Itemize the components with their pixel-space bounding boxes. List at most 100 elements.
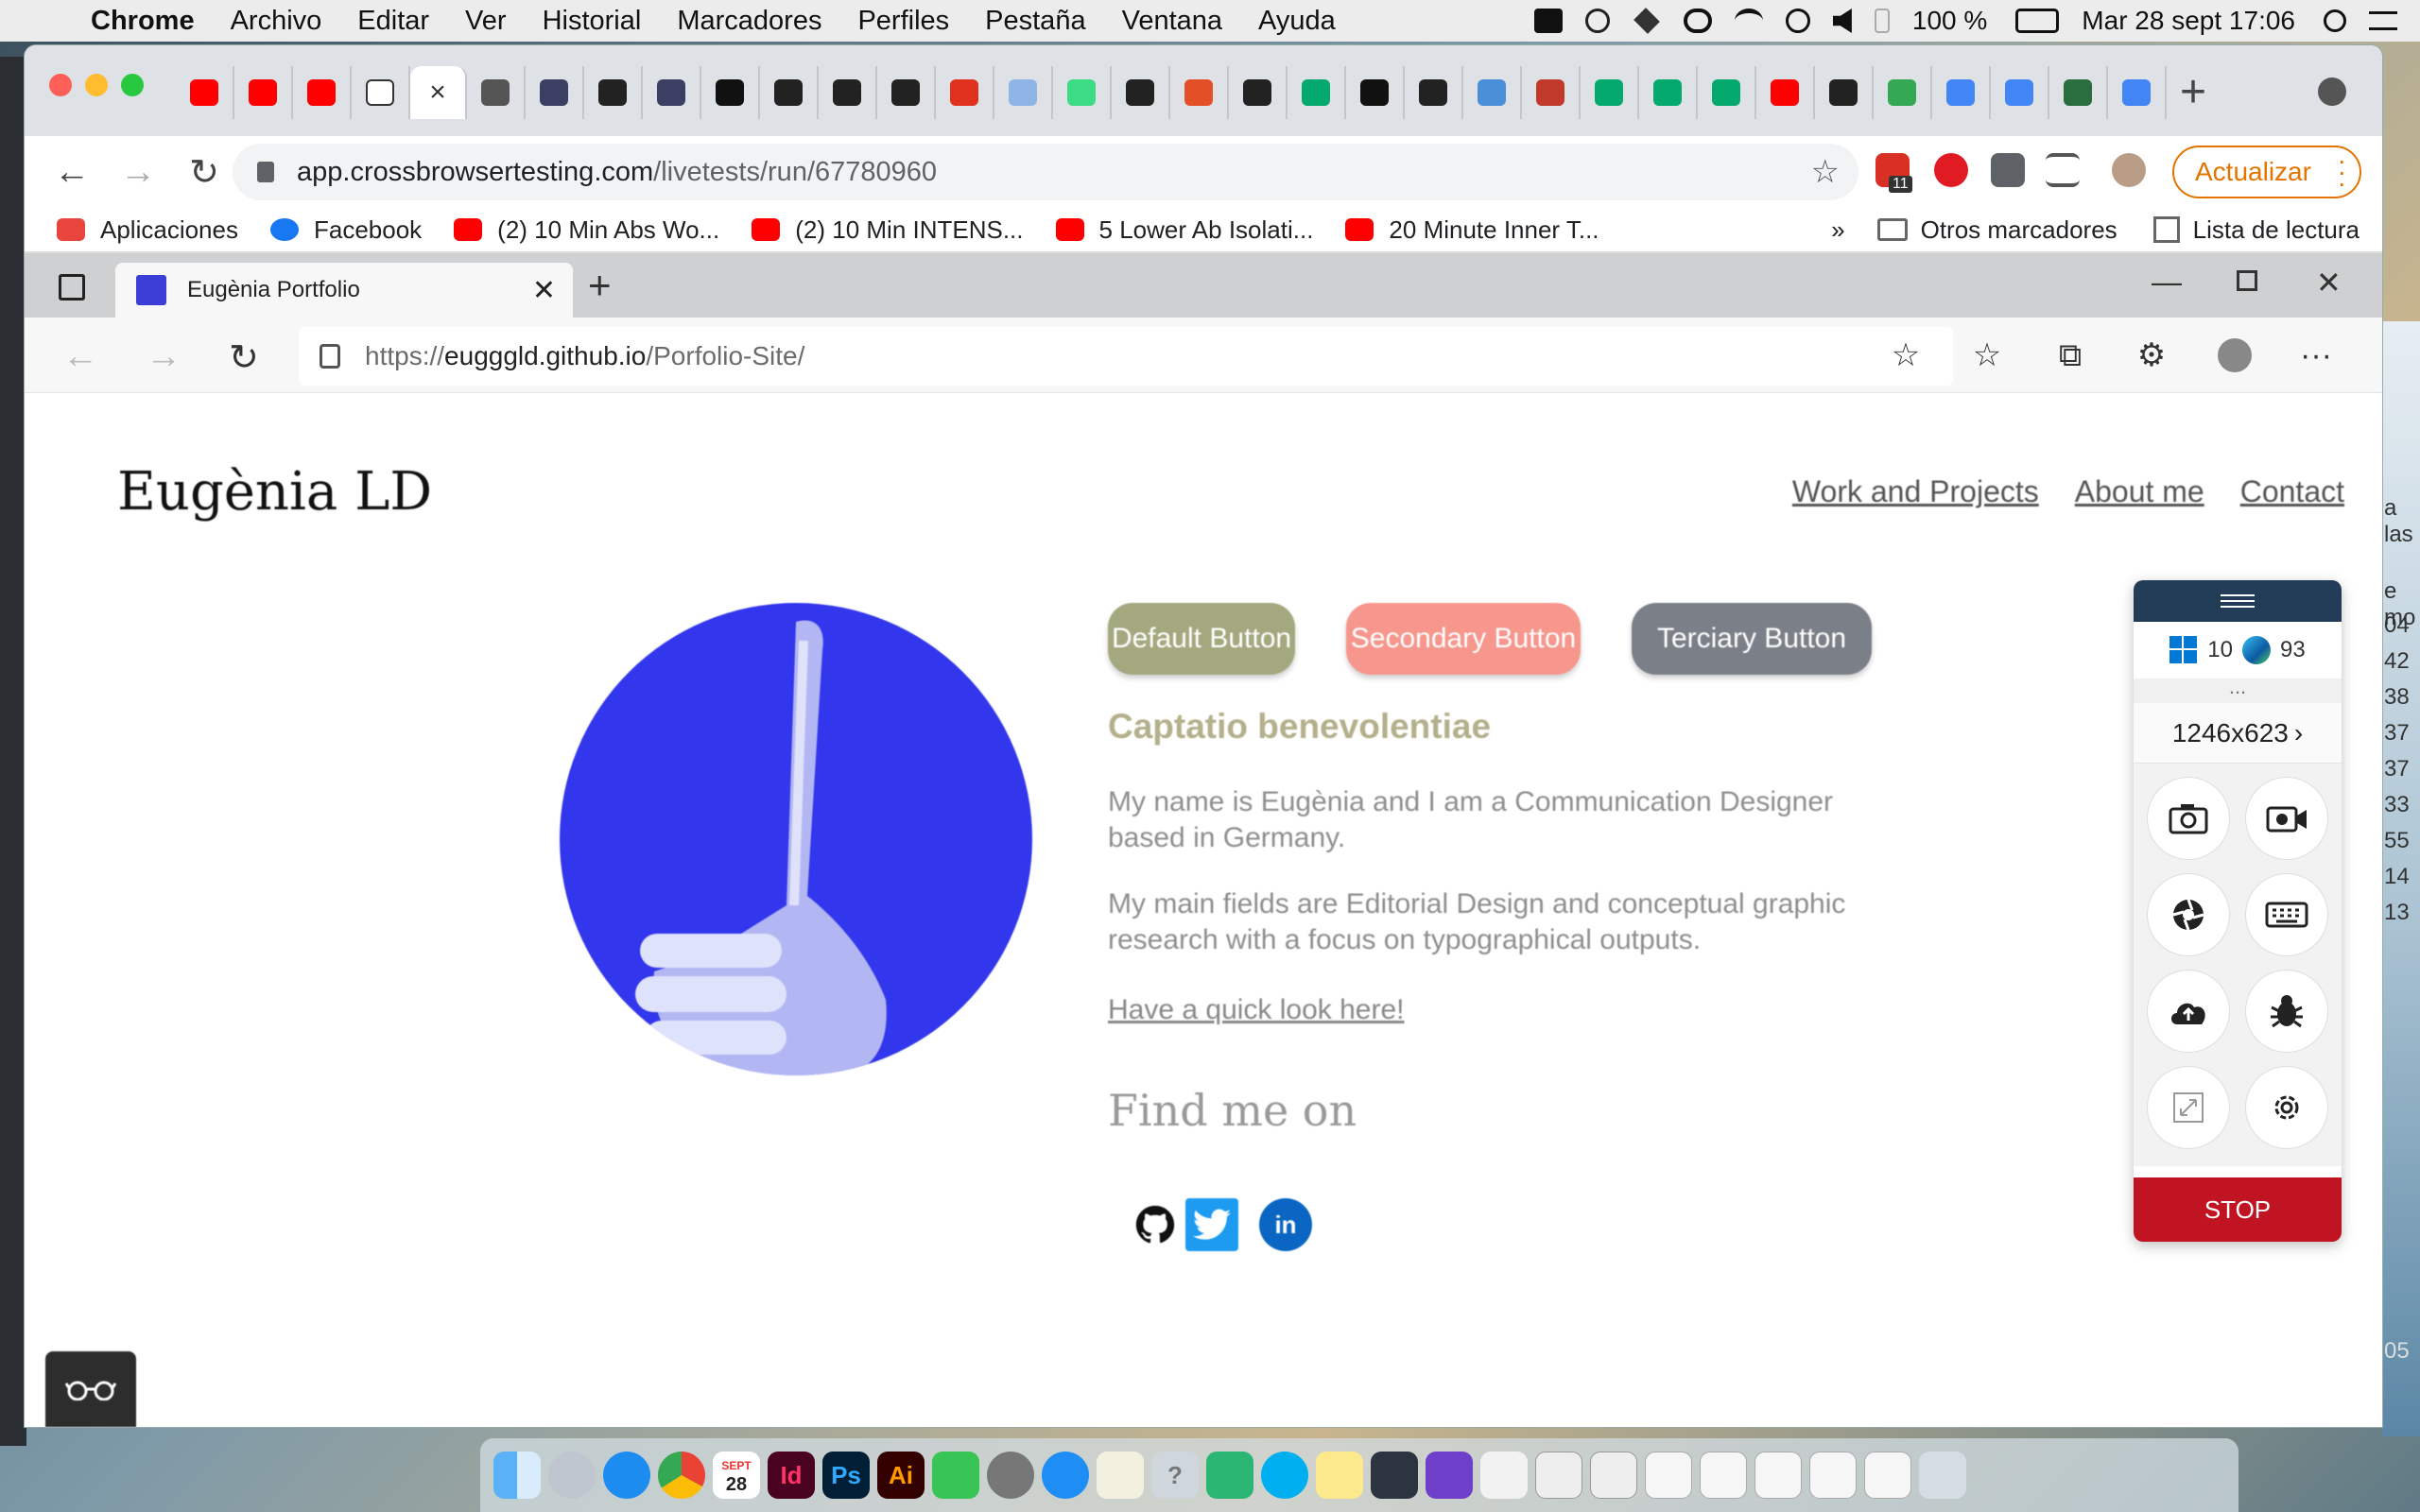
launchpad-icon[interactable]	[548, 1452, 596, 1499]
stop-session-button[interactable]: STOP	[2134, 1177, 2342, 1242]
status-app-icon[interactable]	[1533, 9, 1563, 33]
window-minimize-button[interactable]	[85, 74, 108, 96]
address-bar[interactable]: app.crossbrowsertesting.com/livetests/ru…	[233, 144, 1858, 200]
time-machine-icon[interactable]	[1785, 9, 1810, 33]
edge-back-button[interactable]: ←	[62, 336, 98, 377]
browser-tab[interactable]	[877, 66, 936, 119]
window-thumbnail-icon[interactable]	[1809, 1452, 1857, 1499]
back-button[interactable]: ←	[53, 152, 91, 193]
skype-icon[interactable]	[1261, 1452, 1308, 1499]
quick-look-link[interactable]: Have a quick look here!	[1108, 994, 1405, 1026]
bluetooth-icon[interactable]	[1874, 9, 1890, 33]
menu-item[interactable]: Ver	[465, 6, 507, 37]
aperture-icon[interactable]	[2147, 873, 2230, 956]
browser-tab[interactable]	[584, 66, 643, 119]
close-tab-icon[interactable]: ✕	[532, 274, 556, 307]
browser-tab[interactable]	[819, 66, 877, 119]
menu-item[interactable]: Editar	[357, 6, 429, 37]
resize-icon[interactable]	[2147, 1066, 2230, 1149]
update-chrome-button[interactable]: Actualizar · · ·	[2172, 146, 2361, 198]
browser-tab[interactable]	[701, 66, 760, 119]
browser-tab[interactable]	[352, 66, 410, 119]
more-menu-icon[interactable]: · · ·	[2338, 147, 2346, 197]
browser-tab[interactable]	[1874, 66, 1932, 119]
window-thumbnail-icon[interactable]	[1864, 1452, 1911, 1499]
browser-tab[interactable]	[1463, 66, 1522, 119]
github-icon[interactable]	[1129, 1198, 1182, 1251]
browser-tab[interactable]	[1405, 66, 1463, 119]
browser-tab[interactable]	[1053, 66, 1112, 119]
github-desktop-icon[interactable]	[1426, 1452, 1473, 1499]
other-bookmarks-button[interactable]: Otros marcadores	[1921, 215, 2118, 245]
resolution-selector[interactable]: 1246x623 ›	[2134, 703, 2342, 764]
window-thumbnail-icon[interactable]	[1700, 1452, 1747, 1499]
window-zoom-button[interactable]	[121, 74, 144, 96]
new-tab-button[interactable]: +	[2180, 66, 2206, 118]
window-thumbnail-icon[interactable]	[1754, 1452, 1802, 1499]
bookmark-apps[interactable]: Aplicaciones	[57, 215, 238, 245]
facetime-icon[interactable]	[932, 1452, 979, 1499]
browser-tab[interactable]	[1639, 66, 1698, 119]
edge-address-bar[interactable]: https://eugggld.github.io/Porfolio-Site/	[299, 327, 1953, 386]
browser-tab[interactable]	[1288, 66, 1346, 119]
bookmark-star-icon[interactable]: ☆	[1811, 153, 1840, 191]
edge-profile-icon[interactable]	[2218, 338, 2252, 372]
finder-icon[interactable]	[493, 1452, 541, 1499]
app-store-icon[interactable]	[1042, 1452, 1089, 1499]
tab-actions-icon[interactable]	[59, 274, 85, 301]
document-icon[interactable]	[1590, 1452, 1637, 1499]
add-favorite-icon[interactable]: ☆	[1889, 338, 1923, 372]
keyboard-icon[interactable]	[2245, 873, 2328, 956]
menu-item[interactable]: Ayuda	[1258, 6, 1336, 37]
creative-cloud-icon[interactable]	[1683, 9, 1712, 33]
more-options-dots[interactable]: ...	[2134, 677, 2342, 703]
system-preferences-icon[interactable]	[987, 1452, 1034, 1499]
close-window-icon[interactable]: ✕	[2316, 265, 2342, 301]
bookmark-item[interactable]: (2) 10 Min Abs Wo...	[454, 215, 719, 245]
volume-icon[interactable]	[1832, 9, 1852, 33]
nav-about-link[interactable]: About me	[2075, 474, 2204, 509]
os-browser-info[interactable]: 10 93	[2134, 622, 2342, 679]
nav-work-link[interactable]: Work and Projects	[1792, 474, 2039, 509]
edge-new-tab-button[interactable]: +	[588, 263, 612, 308]
browser-tab[interactable]	[1581, 66, 1639, 119]
calendar-icon[interactable]: SEPT 28	[713, 1452, 760, 1499]
edge-forward-button[interactable]: →	[146, 336, 182, 377]
browser-tab[interactable]	[643, 66, 701, 119]
chrome-icon[interactable]	[658, 1452, 705, 1499]
menu-item[interactable]: Perfiles	[857, 6, 949, 37]
settings-icon[interactable]	[2245, 1066, 2328, 1149]
menu-item[interactable]: Historial	[543, 6, 642, 37]
bookmark-item[interactable]: Facebook	[269, 215, 422, 245]
textedit-icon[interactable]	[1097, 1452, 1144, 1499]
browser-tab[interactable]	[1229, 66, 1288, 119]
menu-item[interactable]: Marcadores	[677, 6, 821, 37]
browser-tab[interactable]	[234, 66, 293, 119]
trash-icon[interactable]	[1919, 1452, 1966, 1499]
reading-list-button[interactable]: Lista de lectura	[2193, 215, 2360, 245]
browser-tab[interactable]	[1170, 66, 1229, 119]
collections-icon[interactable]: ⧉	[2053, 338, 2087, 372]
bookmark-item[interactable]: (2) 10 Min INTENS...	[752, 215, 1024, 245]
browser-tab[interactable]	[2108, 66, 2167, 119]
blocked-icon[interactable]	[1584, 9, 1610, 33]
edge-more-icon[interactable]: ···	[2299, 338, 2333, 372]
bookmark-item[interactable]: 20 Minute Inner T...	[1345, 215, 1599, 245]
browser-tab[interactable]	[1815, 66, 1874, 119]
favorites-icon[interactable]: ☆	[1970, 338, 2004, 372]
control-center-icon[interactable]	[2369, 11, 2397, 30]
browser-tab[interactable]	[1112, 66, 1170, 119]
linkedin-icon[interactable]: in	[1259, 1198, 1312, 1251]
upload-cloud-icon[interactable]	[2147, 970, 2230, 1053]
extensions-puzzle-icon[interactable]	[1991, 153, 2025, 187]
media-control-icon[interactable]	[2046, 153, 2080, 187]
terciary-button[interactable]: Terciary Button	[1632, 603, 1872, 675]
browser-tab[interactable]	[1932, 66, 1991, 119]
edge-refresh-button[interactable]: ↻	[229, 336, 259, 379]
ublock-extension-icon[interactable]	[1934, 153, 1968, 187]
restore-icon[interactable]	[2237, 270, 2257, 291]
accessibility-glasses-button[interactable]	[45, 1351, 136, 1427]
browser-tab[interactable]	[176, 66, 234, 119]
forward-button[interactable]: →	[119, 152, 157, 193]
menu-item[interactable]: Ventana	[1122, 6, 1222, 37]
